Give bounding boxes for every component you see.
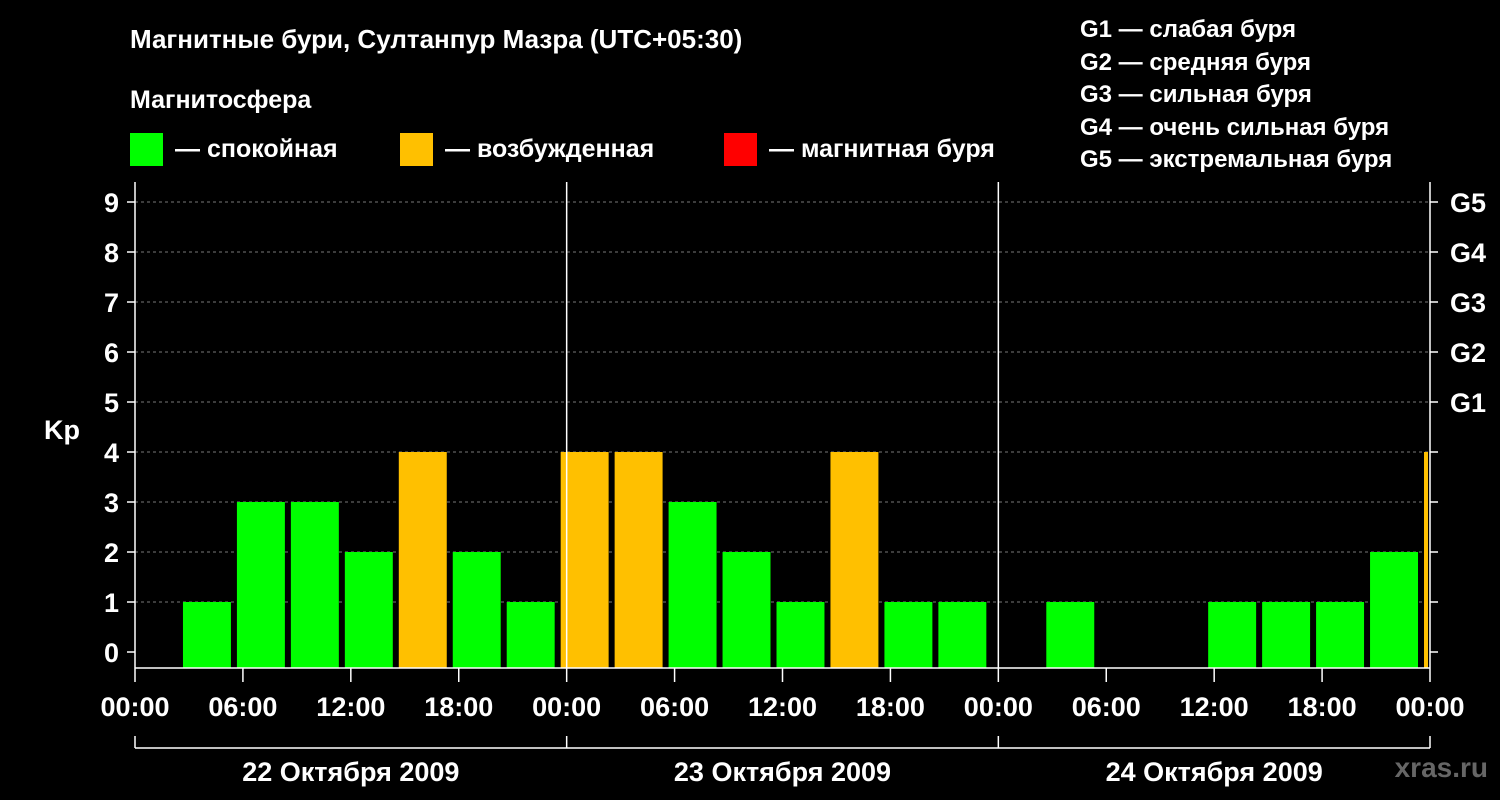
kp-bar	[1046, 602, 1095, 668]
kp-bar	[830, 452, 879, 668]
kp-bar	[884, 602, 933, 668]
g-scale-label: G4	[1450, 238, 1486, 268]
kp-bar	[1262, 602, 1311, 668]
kp-bar	[290, 502, 339, 668]
y-axis-label: Kp	[44, 415, 80, 445]
x-tick-label: 12:00	[316, 692, 385, 722]
g-scale-label: G2	[1450, 338, 1486, 368]
x-tick-label: 06:00	[1072, 692, 1141, 722]
kp-bar	[452, 552, 501, 668]
kp-bar	[398, 452, 447, 668]
x-tick-label: 18:00	[424, 692, 493, 722]
kp-bar	[668, 502, 717, 668]
y-tick-label: 1	[104, 588, 119, 618]
y-tick-label: 2	[104, 538, 119, 568]
kp-bar	[1424, 452, 1428, 668]
kp-bar	[344, 552, 393, 668]
kp-bar	[236, 502, 285, 668]
kp-bar	[614, 452, 663, 668]
y-tick-label: 0	[104, 638, 119, 668]
watermark: xras.ru	[1394, 752, 1488, 783]
kp-bar	[938, 602, 987, 668]
x-tick-label: 18:00	[1288, 692, 1357, 722]
g-scale-label: G5	[1450, 188, 1486, 218]
x-tick-label: 12:00	[748, 692, 817, 722]
day-label: 24 Октября 2009	[1106, 757, 1323, 787]
y-tick-label: 5	[104, 388, 119, 418]
kp-bar	[776, 602, 825, 668]
x-tick-label: 18:00	[856, 692, 925, 722]
kp-bar	[506, 602, 555, 668]
g-scale-label: G1	[1450, 388, 1486, 418]
x-tick-label: 06:00	[208, 692, 277, 722]
x-tick-label: 06:00	[640, 692, 709, 722]
kp-bar	[182, 602, 231, 668]
kp-bar	[1208, 602, 1257, 668]
x-tick-label: 00:00	[100, 692, 169, 722]
kp-bar	[1316, 602, 1365, 668]
day-label: 22 Октября 2009	[242, 757, 459, 787]
y-tick-label: 7	[104, 288, 119, 318]
x-tick-label: 00:00	[532, 692, 601, 722]
x-tick-label: 00:00	[964, 692, 1033, 722]
day-label: 23 Октября 2009	[674, 757, 891, 787]
kp-bar	[560, 452, 609, 668]
y-tick-label: 6	[104, 338, 119, 368]
y-tick-label: 3	[104, 488, 119, 518]
x-tick-label: 00:00	[1395, 692, 1464, 722]
y-tick-label: 9	[104, 188, 119, 218]
y-tick-label: 8	[104, 238, 119, 268]
kp-bar	[722, 552, 771, 668]
g-scale-label: G3	[1450, 288, 1486, 318]
kp-bar	[1370, 552, 1419, 668]
x-tick-label: 12:00	[1180, 692, 1249, 722]
y-tick-label: 4	[104, 438, 119, 468]
kp-chart: 0 1 2 3 4 5 6 7 8 9 G1 G2 G3 G4 G5 Kp 00:00 06:00 12:00 18:…	[44, 182, 1486, 787]
